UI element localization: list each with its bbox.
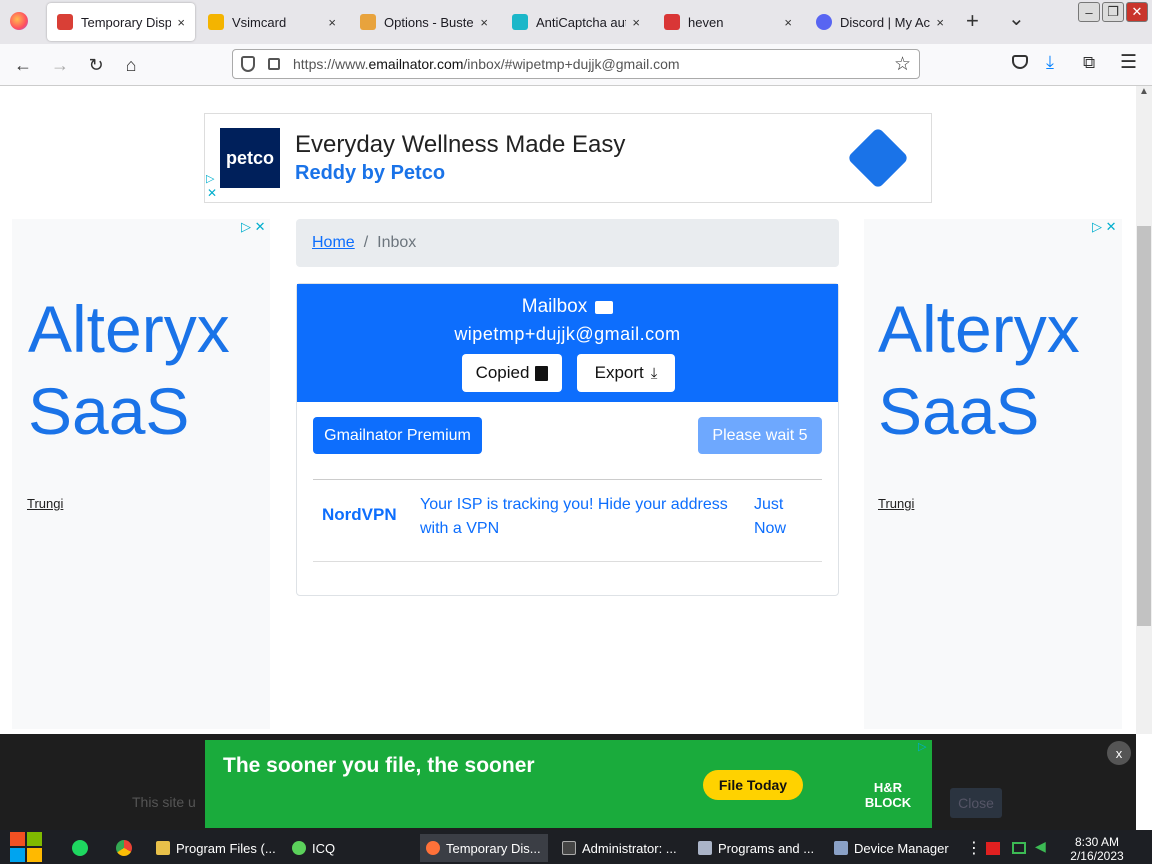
- right-ad-line2[interactable]: SaaS: [878, 370, 1039, 452]
- bookmark-star-icon[interactable]: ☆: [894, 53, 911, 76]
- hr-block-logo: H&R BLOCK: [857, 754, 919, 816]
- message-subject[interactable]: Your ISP is tracking you! Hide your addr…: [420, 493, 728, 541]
- close-window-button[interactable]: ✕: [1126, 2, 1148, 22]
- firefox-icon: [10, 12, 28, 30]
- icq-icon: [292, 841, 306, 855]
- bottom-ad[interactable]: The sooner you file, the sooner File Tod…: [205, 740, 932, 828]
- close-icon[interactable]: ×: [328, 15, 336, 30]
- message-row[interactable]: NordVPN Your ISP is tracking you! Hide y…: [313, 480, 822, 562]
- app-icon[interactable]: [72, 840, 88, 856]
- tab-discord[interactable]: Discord | My Acc ×: [806, 3, 954, 41]
- breadcrumb-home-link[interactable]: Home: [312, 234, 355, 252]
- right-ad-line1[interactable]: Alteryx: [878, 288, 1080, 370]
- export-button[interactable]: Export ⤓: [577, 354, 675, 392]
- new-tab-button[interactable]: +: [966, 8, 979, 34]
- copy-icon: [535, 365, 549, 381]
- shield-icon[interactable]: [241, 56, 255, 72]
- message-sender[interactable]: NordVPN: [322, 505, 397, 525]
- bottom-ad-close-button[interactable]: x: [1107, 741, 1131, 765]
- lock-icon[interactable]: [268, 58, 280, 70]
- minimize-button[interactable]: ‒: [1078, 2, 1100, 22]
- adchoices-icon[interactable]: ▷ ✕: [1092, 219, 1117, 235]
- chrome-icon[interactable]: [116, 840, 132, 856]
- cookie-close-button[interactable]: Close: [950, 788, 1002, 818]
- cmd-icon: [562, 841, 576, 855]
- close-icon[interactable]: ×: [632, 15, 640, 30]
- adchoices-icon[interactable]: ▷: [206, 172, 214, 185]
- device-manager-icon: [834, 841, 848, 855]
- back-button[interactable]: ←: [10, 52, 36, 78]
- premium-button[interactable]: Gmailnator Premium: [313, 417, 482, 454]
- please-wait-button[interactable]: Please wait 5: [698, 417, 822, 454]
- close-icon[interactable]: ×: [936, 15, 944, 30]
- adchoices-icon[interactable]: ▷: [918, 740, 926, 753]
- mailbox-email: wipetmp+dujjk@gmail.com: [454, 324, 681, 344]
- bottom-ad-text: The sooner you file, the sooner: [223, 754, 535, 777]
- mailbox-card: Mailbox wipetmp+dujjk@gmail.com Copied E…: [296, 283, 839, 596]
- anticaptcha-icon: [512, 14, 528, 30]
- cookie-text: This site u: [132, 794, 196, 810]
- gmail-icon: [57, 14, 73, 30]
- download-icon[interactable]: ⤓: [1046, 52, 1054, 73]
- ad-close-icon[interactable]: ✕: [207, 186, 217, 200]
- breadcrumb: Home / Inbox: [296, 219, 839, 267]
- heven-icon: [664, 14, 680, 30]
- copy-button[interactable]: Copied: [462, 354, 562, 392]
- clock-time[interactable]: 8:30 AM: [1066, 835, 1128, 849]
- volume-icon[interactable]: ◀: [1035, 838, 1046, 855]
- home-button[interactable]: ⌂: [118, 52, 144, 78]
- taskbar-item-icq[interactable]: ICQ: [286, 834, 414, 862]
- tray-overflow-icon[interactable]: ⋮: [966, 838, 982, 858]
- taskbar-item-administrator[interactable]: Administrator: ...: [556, 834, 684, 862]
- bottom-ad-cta[interactable]: File Today: [703, 770, 803, 800]
- sim-icon: [208, 14, 224, 30]
- close-icon[interactable]: ×: [480, 15, 488, 30]
- taskbar-item-temporary[interactable]: Temporary Dis...: [420, 834, 548, 862]
- extensions-icon[interactable]: ⧉: [1083, 53, 1095, 73]
- ad-headline[interactable]: Everyday Wellness Made Easy: [295, 131, 625, 159]
- envelope-icon: [595, 300, 614, 314]
- close-icon[interactable]: ×: [784, 15, 792, 30]
- taskbar-item-device-manager[interactable]: Device Manager: [828, 834, 956, 862]
- adchoices-icon[interactable]: ▷ ✕: [241, 219, 266, 235]
- reload-button[interactable]: ↻: [83, 52, 109, 78]
- tab-options-buster[interactable]: Options - Buster ×: [350, 3, 498, 41]
- right-ad-sponsor[interactable]: Trungi: [878, 496, 914, 511]
- windows-start-icon[interactable]: [10, 832, 42, 862]
- buster-icon: [360, 14, 376, 30]
- mailbox-title: Mailbox: [521, 296, 588, 317]
- mailbox-header: Mailbox wipetmp+dujjk@gmail.com: [297, 284, 838, 402]
- left-ad-line1[interactable]: Alteryx: [28, 288, 230, 370]
- taskbar-item-programs[interactable]: Programs and ...: [692, 834, 820, 862]
- scrollbar-thumb[interactable]: [1137, 226, 1151, 626]
- message-time: Just Now: [754, 496, 787, 537]
- firefox-icon: [426, 841, 440, 855]
- folder-icon: [156, 841, 170, 855]
- tab-list-button[interactable]: ⌄: [1008, 6, 1025, 31]
- breadcrumb-current: Inbox: [377, 234, 417, 251]
- left-ad-line2[interactable]: SaaS: [28, 370, 189, 452]
- breadcrumb-separator: /: [363, 234, 369, 251]
- download-icon: ⤓: [650, 364, 658, 382]
- close-icon[interactable]: ×: [177, 15, 185, 30]
- url-bar[interactable]: https://www. emailnator.com/inbox/#wipetm…: [232, 49, 920, 79]
- tab-vsimcard[interactable]: Vsimcard ×: [198, 3, 346, 41]
- tab-heven[interactable]: heven ×: [654, 3, 802, 41]
- discord-icon: [816, 14, 832, 30]
- petco-logo: petco: [220, 128, 280, 188]
- menu-icon[interactable]: ☰: [1120, 51, 1137, 74]
- scroll-up-arrow[interactable]: ▲: [1139, 86, 1149, 97]
- taskbar-item-program-files[interactable]: Program Files (...: [150, 834, 278, 862]
- forward-button[interactable]: →: [47, 52, 73, 78]
- tab-anticaptcha[interactable]: AntiCaptcha autc ×: [502, 3, 650, 41]
- programs-icon: [698, 841, 712, 855]
- tab-temporary-dispo[interactable]: Temporary Dispo ×: [47, 3, 195, 41]
- flag-icon[interactable]: [986, 842, 1000, 855]
- network-icon[interactable]: [1012, 842, 1026, 854]
- restore-button[interactable]: ❐: [1102, 2, 1124, 22]
- ad-sub[interactable]: Reddy by Petco: [295, 162, 445, 185]
- clock-date[interactable]: 2/16/2023: [1064, 849, 1130, 863]
- left-ad-sponsor[interactable]: Trungi: [27, 496, 63, 511]
